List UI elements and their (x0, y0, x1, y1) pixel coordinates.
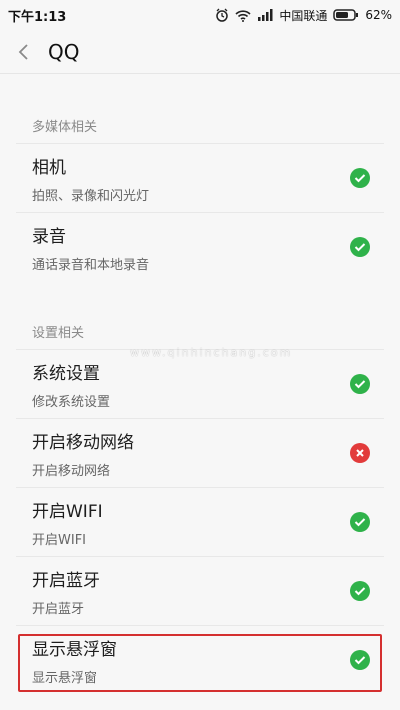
permission-row-camera[interactable]: 相机 拍照、录像和闪光灯 (16, 143, 384, 212)
app-bar: QQ (0, 30, 400, 74)
permission-title: 系统设置 (32, 363, 100, 384)
permission-title: 开启WIFI (32, 501, 103, 522)
allowed-check-icon[interactable] (350, 374, 370, 394)
permission-subtitle: 显示悬浮窗 (32, 670, 98, 686)
permissions-list: 多媒体相关 相机 拍照、录像和闪光灯 录音 通话录音和本地录音 设置相关 系统设… (0, 75, 400, 710)
permission-row-bluetooth[interactable]: 开启蓝牙 开启蓝牙 (16, 556, 384, 625)
alarm-icon (215, 8, 229, 22)
permission-subtitle: 拍照、录像和闪光灯 (32, 188, 150, 204)
allowed-check-icon[interactable] (350, 650, 370, 670)
permission-title: 开启蓝牙 (32, 570, 100, 591)
permission-title: 开启移动网络 (32, 432, 134, 453)
back-chevron-icon (18, 43, 28, 60)
permission-subtitle: 开启WIFI (32, 532, 86, 548)
battery-icon (333, 9, 359, 21)
permission-subtitle: 通话录音和本地录音 (32, 257, 150, 273)
battery-percent: 62% (365, 8, 392, 22)
signal-icon (257, 9, 273, 21)
status-time: 下午1:13 (8, 9, 67, 25)
permission-title: 相机 (32, 157, 66, 178)
allowed-check-icon[interactable] (350, 581, 370, 601)
status-icons: 中国联通 62% (215, 7, 392, 24)
section-header-settings: 设置相关 (32, 326, 85, 341)
permission-row-system-settings[interactable]: 系统设置 修改系统设置 (16, 349, 384, 418)
back-button[interactable] (6, 30, 42, 74)
permission-subtitle: 开启移动网络 (32, 463, 111, 479)
carrier-name: 中国联通 (279, 8, 328, 23)
permission-subtitle: 修改系统设置 (32, 394, 111, 410)
permission-row-recording[interactable]: 录音 通话录音和本地录音 (16, 212, 384, 281)
permission-row-floating-window[interactable]: 显示悬浮窗 显示悬浮窗 (16, 625, 384, 694)
permission-subtitle: 开启蓝牙 (32, 601, 85, 617)
allowed-check-icon[interactable] (350, 512, 370, 532)
permission-title: 录音 (32, 226, 66, 247)
allowed-check-icon[interactable] (350, 168, 370, 188)
status-bar: 下午1:13 中国联通 62% (0, 0, 400, 30)
watermark: www.qinhinchang.com (130, 346, 293, 359)
permission-row-wifi[interactable]: 开启WIFI 开启WIFI (16, 487, 384, 556)
page-title: QQ (48, 39, 80, 64)
permission-title: 显示悬浮窗 (32, 639, 117, 660)
allowed-check-icon[interactable] (350, 237, 370, 257)
section-header-multimedia: 多媒体相关 (32, 120, 98, 135)
denied-cross-icon[interactable] (350, 443, 370, 463)
wifi-icon (235, 9, 251, 22)
permission-row-mobile-data[interactable]: 开启移动网络 开启移动网络 (16, 418, 384, 487)
